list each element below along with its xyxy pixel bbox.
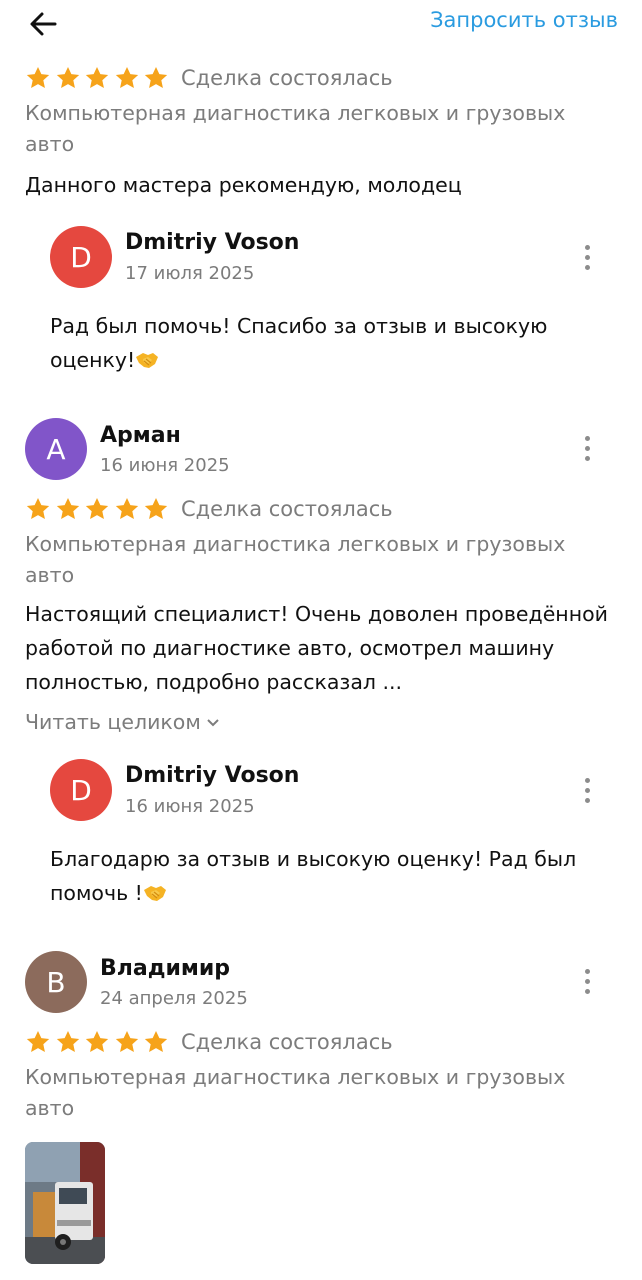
reply-author-name: Dmitriy Voson	[125, 230, 300, 255]
top-bar: Запросить отзыв	[0, 0, 642, 50]
star-icon	[143, 65, 169, 91]
more-options-icon[interactable]	[578, 776, 598, 806]
avatar: В	[25, 951, 87, 1013]
reply-date: 16 июня 2025	[125, 796, 255, 817]
more-options-icon[interactable]	[578, 967, 598, 997]
reply-author-name: Dmitriy Voson	[125, 763, 300, 788]
review-text: Настоящий специалист! Очень доволен пров…	[25, 602, 608, 694]
avatar: D	[50, 226, 112, 288]
more-options-icon[interactable]	[578, 243, 598, 273]
service-name: Компьютерная диагностика легковых и груз…	[25, 1065, 566, 1120]
handshake-emoji	[135, 351, 159, 369]
rating-stars	[25, 496, 173, 522]
read-more-label: Читать целиком	[25, 710, 201, 734]
deal-status: Сделка состоялась	[181, 66, 393, 90]
rating-stars	[25, 1029, 173, 1055]
back-arrow-icon[interactable]	[26, 6, 62, 42]
star-icon	[84, 496, 110, 522]
star-icon	[25, 65, 51, 91]
review-date: 16 июня 2025	[100, 455, 230, 476]
star-icon	[84, 1029, 110, 1055]
handshake-emoji	[143, 884, 167, 902]
star-icon	[143, 496, 169, 522]
star-icon	[114, 1029, 140, 1055]
star-icon	[114, 496, 140, 522]
service-name: Компьютерная диагностика легковых и груз…	[25, 532, 566, 587]
star-icon	[84, 65, 110, 91]
star-icon	[55, 65, 81, 91]
review-date: 24 апреля 2025	[100, 988, 248, 1009]
star-icon	[25, 496, 51, 522]
reply-date: 17 июля 2025	[125, 263, 255, 284]
review-photo-thumbnail[interactable]	[25, 1142, 105, 1264]
star-icon	[143, 1029, 169, 1055]
reply-text: Рад был помочь! Спасибо за отзыв и высок…	[50, 314, 548, 372]
service-name: Компьютерная диагностика легковых и груз…	[25, 101, 566, 156]
review-text: Данного мастера рекомендую, молодец	[25, 173, 462, 197]
star-icon	[114, 65, 140, 91]
reviewer-name: Владимир	[100, 956, 231, 981]
rating-stars	[25, 65, 173, 91]
star-icon	[25, 1029, 51, 1055]
truck-photo	[25, 1142, 105, 1264]
more-options-icon[interactable]	[578, 434, 598, 464]
reviewer-name: Арман	[100, 423, 181, 448]
avatar: А	[25, 418, 87, 480]
chevron-down-icon	[207, 719, 219, 727]
reply-text: Благодарю за отзыв и высокую оценку! Рад…	[50, 847, 577, 905]
deal-status: Сделка состоялась	[181, 497, 393, 521]
avatar: D	[50, 759, 112, 821]
star-icon	[55, 496, 81, 522]
read-more-button[interactable]: Читать целиком	[25, 710, 221, 734]
deal-status: Сделка состоялась	[181, 1030, 393, 1054]
request-review-link[interactable]: Запросить отзыв	[430, 8, 618, 32]
star-icon	[55, 1029, 81, 1055]
